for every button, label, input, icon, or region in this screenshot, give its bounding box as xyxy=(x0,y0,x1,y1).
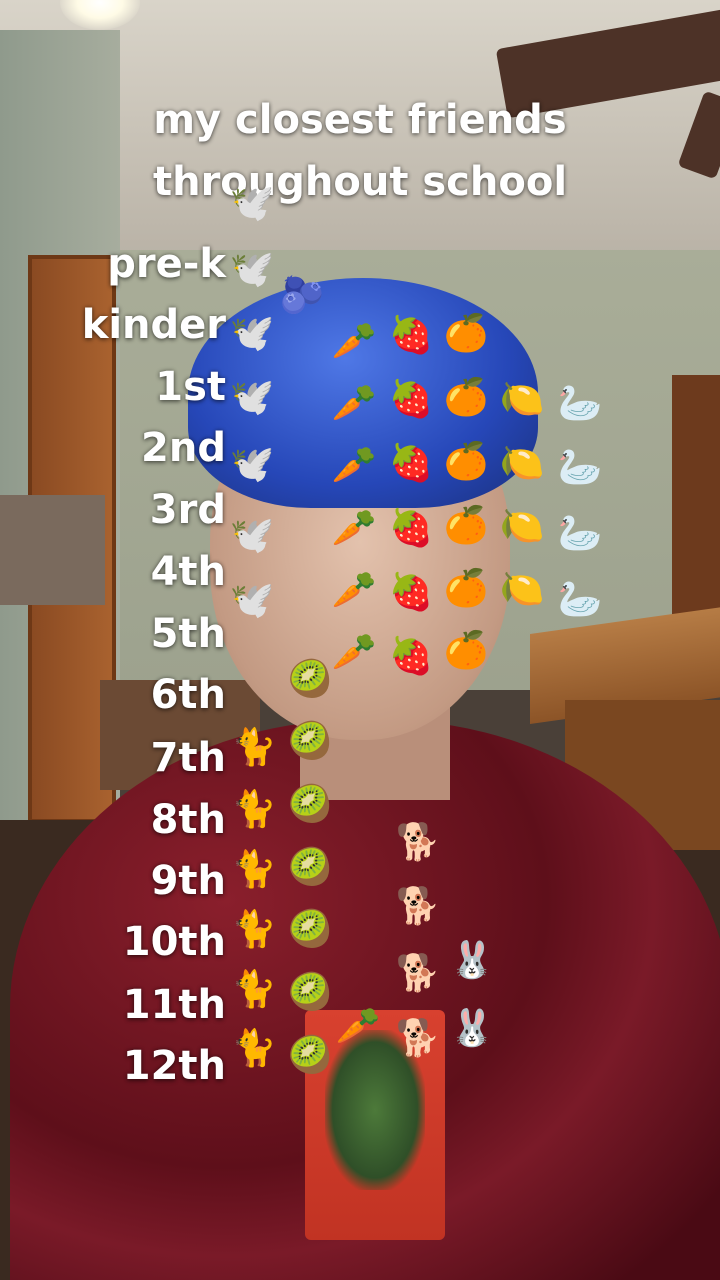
dove-icon: 🕊️ xyxy=(229,580,275,621)
carrot-icon: 🥕 xyxy=(335,1006,381,1047)
dog-icon: 🐕 xyxy=(395,953,441,994)
kiwi-icon: 🥝 xyxy=(287,847,333,888)
carrot-icon: 🥕 xyxy=(331,508,377,549)
strawberry-icon: 🍓 xyxy=(388,379,434,420)
kiwi-icon: 🥝 xyxy=(287,784,333,825)
kiwi-icon: 🥝 xyxy=(287,1035,333,1076)
cat-icon: 🐈 xyxy=(231,789,277,830)
dove-icon: 🕊️ xyxy=(229,313,275,354)
dog-icon: 🐕 xyxy=(395,886,441,927)
carrot-icon: 🥕 xyxy=(331,321,377,362)
cat-icon: 🐈 xyxy=(231,727,277,768)
grade-label-10th: 10th xyxy=(122,919,226,965)
grade-label-4th: 4th xyxy=(150,549,226,595)
grade-label-1st: 1st xyxy=(155,364,226,410)
lemon-icon: 🍋 xyxy=(499,379,545,420)
doorway xyxy=(672,375,720,635)
swan-icon: 🦢 xyxy=(557,579,603,620)
grade-label-pre-k: pre-k xyxy=(107,241,226,287)
grade-label-12th: 12th xyxy=(122,1043,226,1089)
tangerine-icon: 🍊 xyxy=(443,441,489,482)
grade-label-kinder: kinder xyxy=(81,302,226,348)
lemon-icon: 🍋 xyxy=(499,443,545,484)
swan-icon: 🦢 xyxy=(557,513,603,554)
carrot-icon: 🥕 xyxy=(331,445,377,486)
strawberry-icon: 🍓 xyxy=(388,443,434,484)
dove-icon: 🕊️ xyxy=(229,377,275,418)
rabbit-icon: 🐰 xyxy=(449,940,495,981)
tangerine-icon: 🍊 xyxy=(443,377,489,418)
lemon-icon: 🍋 xyxy=(499,569,545,610)
strawberry-icon: 🍓 xyxy=(388,636,434,677)
blueberries-icon: 🫐 xyxy=(279,275,325,316)
swan-icon: 🦢 xyxy=(557,447,603,488)
dog-icon: 🐕 xyxy=(395,1018,441,1059)
dove-icon: 🕊️ xyxy=(229,444,275,485)
cat-icon: 🐈 xyxy=(231,1028,277,1069)
strawberry-icon: 🍓 xyxy=(388,508,434,549)
dove-icon: 🕊️ xyxy=(229,183,275,224)
lemon-icon: 🍋 xyxy=(499,506,545,547)
tangerine-icon: 🍊 xyxy=(443,313,489,354)
grade-label-9th: 9th xyxy=(150,858,226,904)
grade-label-5th: 5th xyxy=(150,611,226,657)
dove-icon: 🕊️ xyxy=(229,515,275,556)
shelf xyxy=(0,495,105,605)
dove-icon: 🕊️ xyxy=(229,249,275,290)
carrot-icon: 🥕 xyxy=(331,383,377,424)
dog-icon: 🐕 xyxy=(395,822,441,863)
tangerine-icon: 🍊 xyxy=(443,568,489,609)
rabbit-icon: 🐰 xyxy=(449,1008,495,1049)
cat-icon: 🐈 xyxy=(231,909,277,950)
grade-label-6th: 6th xyxy=(150,672,226,718)
carrot-icon: 🥕 xyxy=(331,570,377,611)
kiwi-icon: 🥝 xyxy=(287,972,333,1013)
kiwi-icon: 🥝 xyxy=(287,909,333,950)
grade-label-8th: 8th xyxy=(150,797,226,843)
strawberry-icon: 🍓 xyxy=(388,315,434,356)
strawberry-icon: 🍓 xyxy=(388,572,434,613)
kiwi-icon: 🥝 xyxy=(287,659,333,700)
grade-label-2nd: 2nd xyxy=(141,425,226,471)
caption-line-1: my closest friends xyxy=(153,97,567,143)
grade-label-7th: 7th xyxy=(150,735,226,781)
swan-icon: 🦢 xyxy=(557,383,603,424)
tangerine-icon: 🍊 xyxy=(443,505,489,546)
grade-label-11th: 11th xyxy=(122,982,226,1028)
grade-label-3rd: 3rd xyxy=(149,487,226,533)
cat-icon: 🐈 xyxy=(231,849,277,890)
caption-line-2: throughout school xyxy=(152,159,568,205)
kiwi-icon: 🥝 xyxy=(287,721,333,762)
tangerine-icon: 🍊 xyxy=(443,630,489,671)
cat-icon: 🐈 xyxy=(231,969,277,1010)
